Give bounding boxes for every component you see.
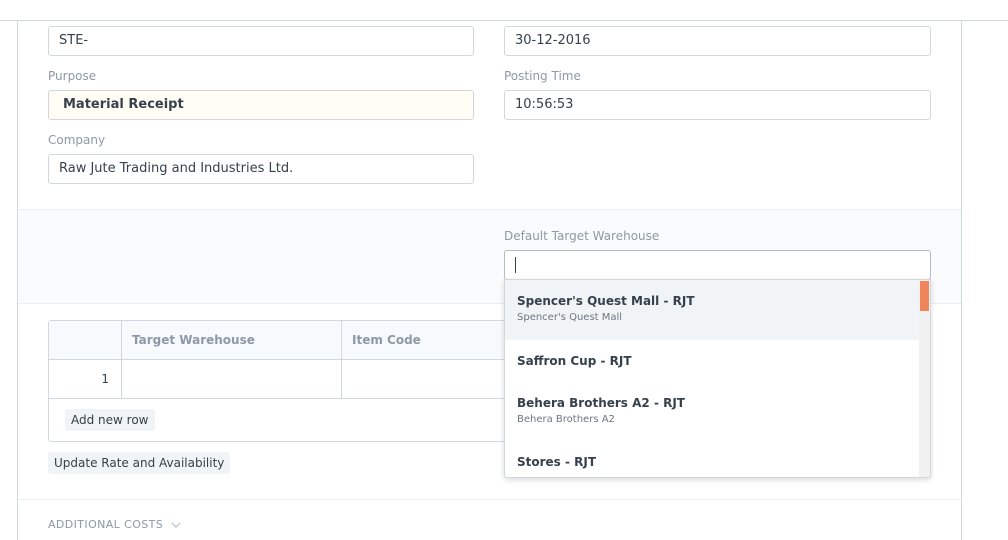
dropdown-item-title: Spencer's Quest Mall - RJT <box>517 294 695 308</box>
dropdown-item[interactable]: Stores - RJT <box>505 440 920 477</box>
dropdown-scrollbar[interactable] <box>919 280 930 477</box>
company-field[interactable]: Raw Jute Trading and Industries Ltd. <box>48 154 474 184</box>
additional-costs-title: ADDITIONAL COSTS <box>48 518 164 531</box>
table-row[interactable]: 1 <box>49 360 507 399</box>
items-table-header: Target Warehouse Item Code <box>49 321 507 360</box>
items-table: Target Warehouse Item Code 1 Add new row <box>48 320 508 442</box>
posting-time-label: Posting Time <box>504 69 581 83</box>
add-new-row-button[interactable]: Add new row <box>65 409 155 431</box>
series-field[interactable]: STE- <box>48 26 474 56</box>
chevron-down-icon <box>171 522 181 528</box>
column-header-item-code[interactable]: Item Code <box>342 321 421 360</box>
purpose-label: Purpose <box>48 69 97 83</box>
column-header-target-warehouse[interactable]: Target Warehouse <box>122 321 255 360</box>
dropdown-item[interactable]: Spencer's Quest Mall - RJT Spencer's Que… <box>505 280 920 340</box>
dropdown-item-title: Behera Brothers A2 - RJT <box>517 396 685 410</box>
additional-costs-toggle[interactable]: ADDITIONAL COSTS <box>48 518 181 531</box>
row-index: 1 <box>101 372 109 386</box>
default-target-warehouse-label: Default Target Warehouse <box>504 229 660 243</box>
section-divider <box>18 499 961 500</box>
company-label: Company <box>48 133 106 147</box>
update-rate-button[interactable]: Update Rate and Availability <box>48 452 231 474</box>
dropdown-item-title: Stores - RJT <box>517 455 597 469</box>
warehouse-autocomplete-dropdown: Spencer's Quest Mall - RJT Spencer's Que… <box>504 279 931 478</box>
posting-time-field[interactable]: 10:56:53 <box>504 90 931 120</box>
dropdown-item-title: Saffron Cup - RJT <box>517 354 632 368</box>
default-target-warehouse-input[interactable] <box>504 250 931 280</box>
purpose-select[interactable]: Material Receipt <box>48 90 474 120</box>
text-caret <box>515 256 516 273</box>
dropdown-item[interactable]: Saffron Cup - RJT <box>505 340 920 382</box>
dropdown-item-subtitle: Spencer's Quest Mall <box>517 312 623 323</box>
dropdown-item-subtitle: Behera Brothers A2 <box>517 414 615 425</box>
posting-date-field[interactable]: 30-12-2016 <box>504 26 931 56</box>
top-bar <box>0 0 1008 21</box>
dropdown-scrollbar-thumb[interactable] <box>920 281 929 311</box>
dropdown-item[interactable]: Behera Brothers A2 - RJT Behera Brothers… <box>505 382 920 440</box>
